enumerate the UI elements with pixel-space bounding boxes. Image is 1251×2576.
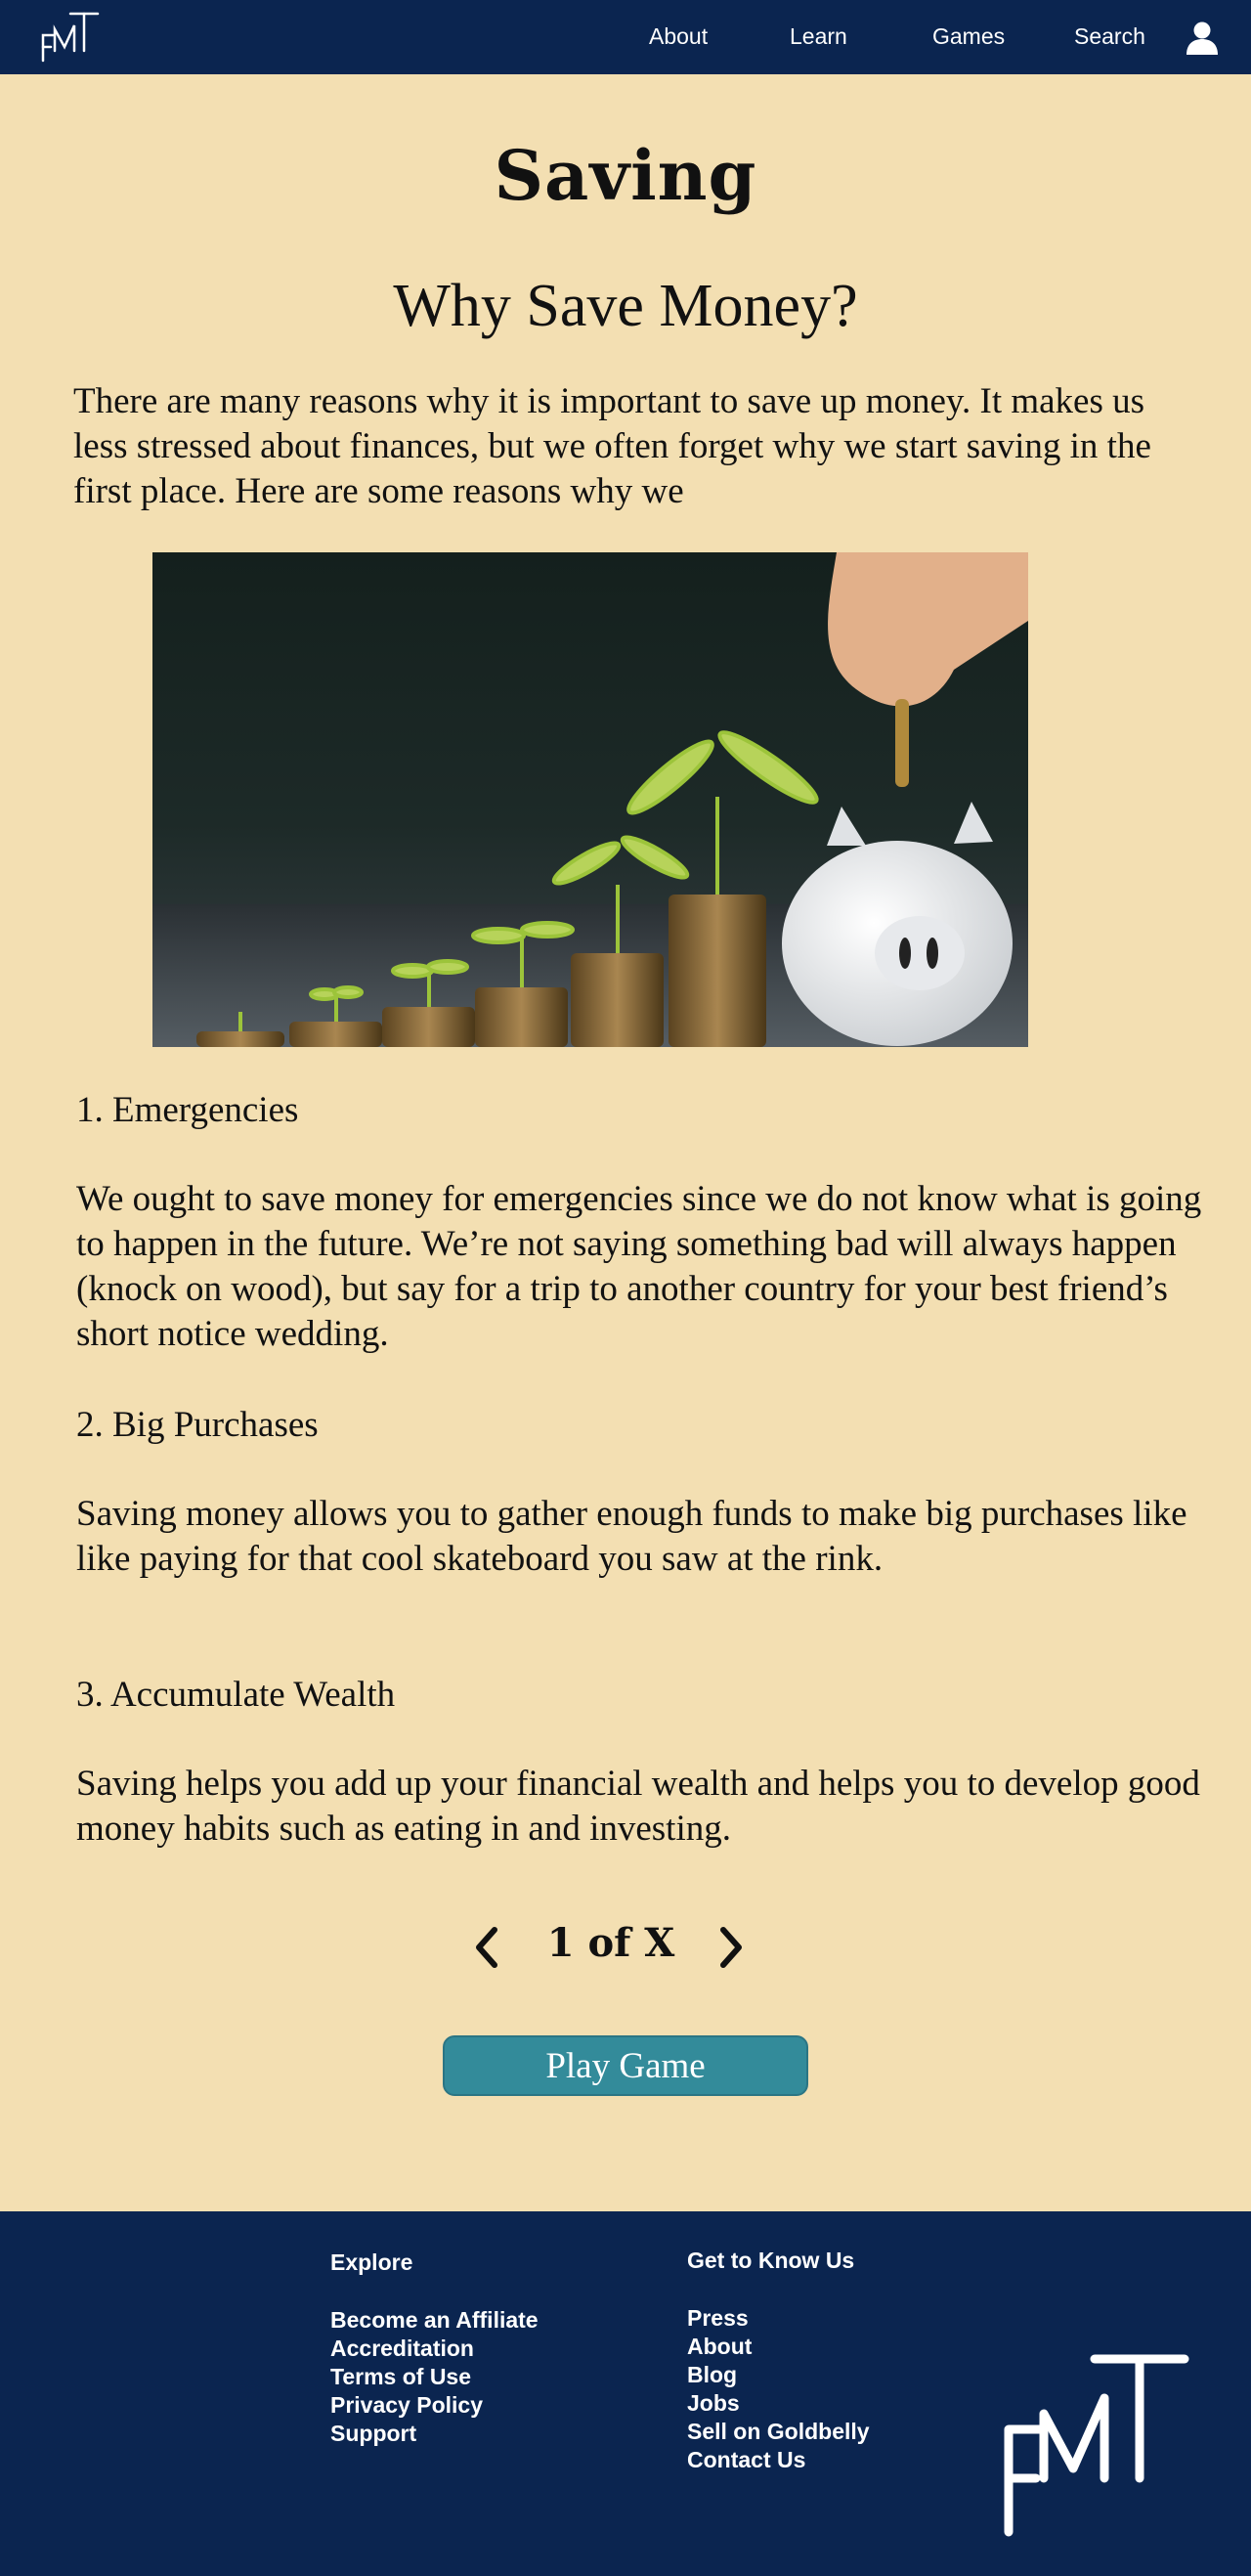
section-body-emergencies: We ought to save money for emergencies s… <box>76 1179 1202 1354</box>
page-indicator: 1 of X <box>546 1920 675 1966</box>
nav-games[interactable]: Games <box>932 23 1005 50</box>
footer-explore-heading: Explore <box>330 2249 413 2275</box>
section-heading-accumulate-wealth: 3. Accumulate Wealth <box>76 1675 396 1715</box>
chevron-left-icon[interactable] <box>469 1924 504 1971</box>
section-heading-big-purchases: 2. Big Purchases <box>76 1405 319 1445</box>
footer-link-sell[interactable]: Sell on Goldbelly <box>687 2419 870 2445</box>
footer-link-affiliate[interactable]: Become an Affiliate <box>330 2307 539 2334</box>
nav-search[interactable]: Search <box>1074 23 1145 50</box>
top-nav-bar: About Learn Games Search <box>0 0 1251 74</box>
footer-link-accreditation[interactable]: Accreditation <box>330 2336 474 2362</box>
footer-link-jobs[interactable]: Jobs <box>687 2390 740 2417</box>
section-subtitle: Why Save Money? <box>393 273 858 339</box>
footer-link-press[interactable]: Press <box>687 2305 749 2332</box>
footer-link-blog[interactable]: Blog <box>687 2362 737 2388</box>
user-account-icon[interactable] <box>1185 20 1220 55</box>
footer-link-privacy[interactable]: Privacy Policy <box>330 2392 483 2419</box>
section-body-big-purchases: Saving money allows you to gather enough… <box>76 1494 1187 1579</box>
nav-about[interactable]: About <box>649 23 708 50</box>
page-title: Saving <box>494 135 757 216</box>
piggy-bank-coins-image <box>152 552 1028 1047</box>
chevron-right-icon[interactable] <box>713 1924 749 1971</box>
footer-link-about[interactable]: About <box>687 2334 752 2360</box>
footer-link-contact[interactable]: Contact Us <box>687 2447 805 2473</box>
intro-paragraph: There are many reasons why it is importa… <box>73 381 1151 511</box>
footer-link-support[interactable]: Support <box>330 2421 416 2447</box>
fmt-logo[interactable] <box>37 8 102 65</box>
footer-link-terms[interactable]: Terms of Use <box>330 2364 471 2390</box>
nav-learn[interactable]: Learn <box>790 23 847 50</box>
fmt-footer-logo <box>1004 2354 1189 2537</box>
section-body-accumulate-wealth: Saving helps you add up your financial w… <box>76 1764 1200 1849</box>
footer-know-us-heading: Get to Know Us <box>687 2248 855 2273</box>
section-heading-emergencies: 1. Emergencies <box>76 1090 299 1130</box>
play-game-button[interactable]: Play Game <box>443 2035 808 2096</box>
